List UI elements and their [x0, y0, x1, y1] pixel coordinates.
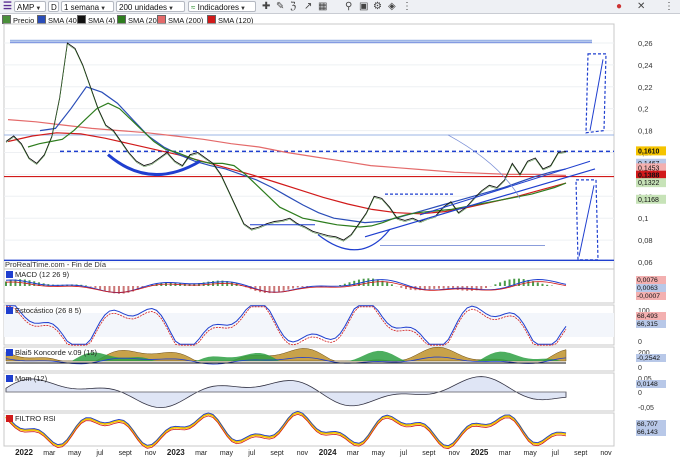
footer-text: ProRealTime.com - Fin de Día: [5, 260, 107, 269]
y-tick-label: 0,24: [638, 61, 653, 70]
price-chart[interactable]: 0,260,240,220,20,180,160,140,120,10,080,…: [0, 14, 680, 458]
panel-title: Estocástico (26 8 5): [15, 306, 82, 315]
toolbar: ☰ AMP▼ D 1 semana▼ 200 unidades▼ ≈ Indic…: [0, 0, 680, 14]
x-tick-label: may: [523, 450, 537, 457]
y-tick-label: 0,1: [638, 214, 648, 223]
panel-value-label: 66,143: [637, 429, 658, 436]
app-logo-icon[interactable]: ☰: [3, 0, 12, 14]
indicators-icon: ≈: [191, 3, 196, 12]
panel-title: FILTRO RSI: [15, 414, 56, 423]
panel-value-label: -0,2542: [637, 355, 660, 362]
panel-value-label: 0,0076: [637, 277, 658, 284]
panel-tick-label: 0: [638, 390, 642, 397]
x-tick-label: nov: [600, 450, 612, 457]
trendline-icon[interactable]: ↗: [304, 0, 312, 14]
x-tick-label: may: [68, 450, 82, 457]
price-panel-frame: [3, 23, 615, 271]
x-tick-label: jul: [399, 450, 407, 457]
x-tick-label: sept: [574, 450, 587, 457]
x-tick-label: nov: [145, 450, 157, 457]
close-icon[interactable]: ✕: [637, 0, 645, 14]
x-tick-label: mar: [195, 450, 208, 457]
zoom-icon[interactable]: ⚲: [345, 0, 352, 14]
panel-title-swatch: [6, 271, 13, 278]
panel-title-swatch: [6, 307, 13, 314]
y-tick-label: 0,06: [638, 258, 653, 267]
y-tick-label: 0,2: [638, 105, 648, 114]
x-tick-label: mar: [347, 450, 360, 457]
x-tick-label: sept: [422, 450, 435, 457]
panel-title: MACD (12 26 9): [15, 270, 70, 279]
x-tick-label: mar: [43, 450, 56, 457]
x-tick-label: jul: [95, 450, 103, 457]
layout-icon[interactable]: ▣: [359, 0, 368, 14]
x-tick-label: may: [372, 450, 386, 457]
x-tick-label: mar: [499, 450, 512, 457]
alert-icon[interactable]: ●: [616, 0, 622, 14]
x-tick-label: nov: [297, 450, 309, 457]
chevron-down-icon: ▼: [168, 6, 174, 12]
panel-value-label: 66,315: [637, 321, 658, 328]
text-tool-icon[interactable]: ℨ: [290, 0, 296, 14]
price-tag-label: 0,1322: [638, 180, 660, 187]
symbol-label: AMP: [17, 3, 35, 12]
units-selector[interactable]: 200 unidades▼: [116, 1, 185, 12]
period-selector[interactable]: 1 semana▼: [61, 1, 114, 12]
x-tick-label: sept: [270, 450, 283, 457]
y-tick-label: 0,08: [638, 236, 653, 245]
indicators-label: Indicadores: [197, 3, 239, 12]
drawing-tools-icon[interactable]: ▦: [318, 0, 327, 14]
chevron-down-icon: ▼: [100, 6, 107, 12]
units-label: 200 unidades: [119, 3, 168, 12]
panel-tick-label: -0,05: [638, 405, 654, 412]
y-tick-label: 0,26: [638, 39, 653, 48]
period-label: 1 semana: [64, 3, 100, 12]
panel-title-swatch: [6, 349, 13, 356]
x-tick-label: 2024: [319, 448, 337, 457]
y-tick-label: 0,22: [638, 83, 653, 92]
panel-value-label: 0,0063: [637, 285, 658, 292]
x-tick-label: jul: [247, 450, 255, 457]
x-tick-label: 2023: [167, 448, 185, 457]
panel-title: Blai5 Koncorde v.09 (15): [15, 348, 97, 357]
menu-icon[interactable]: ⋮: [664, 0, 674, 14]
panel-tick-label: 0: [638, 365, 642, 372]
indicators-button[interactable]: ≈ Indicadores▼: [188, 1, 256, 12]
chevron-down-icon: ▼: [239, 6, 246, 12]
x-tick-label: may: [220, 450, 234, 457]
panel-title-swatch: [6, 375, 13, 382]
settings-icon[interactable]: ⚙: [373, 0, 382, 14]
price-tag-label: 0,1610: [638, 148, 660, 155]
more-icon[interactable]: ⋮: [402, 0, 412, 14]
mode-label: D: [51, 3, 57, 12]
x-tick-label: nov: [449, 450, 461, 457]
chevron-down-icon: ▼: [35, 6, 42, 12]
panel-value-label: 68,493: [637, 313, 658, 320]
x-tick-label: 2022: [15, 448, 33, 457]
x-tick-label: 2025: [471, 448, 489, 457]
camera-icon[interactable]: ◈: [388, 0, 396, 14]
price-tag-label: 0,1168: [638, 197, 659, 204]
mode-button[interactable]: D: [48, 1, 59, 12]
symbol-selector[interactable]: AMP▼: [14, 1, 46, 12]
pencil-icon[interactable]: ✎: [276, 0, 284, 14]
x-tick-label: sept: [119, 450, 132, 457]
x-tick-label: jul: [551, 450, 559, 457]
panel-value-label: -0,0007: [637, 293, 660, 300]
y-tick-label: 0,18: [638, 127, 653, 136]
panel-tick-label: 0: [638, 339, 642, 346]
crosshair-icon[interactable]: ✚: [262, 0, 270, 14]
panel-value-label: 0,0148: [637, 381, 658, 388]
panel-value-label: 68,707: [637, 421, 658, 428]
panel-title: Mom (12): [15, 374, 48, 383]
panel-title-swatch: [6, 415, 13, 422]
